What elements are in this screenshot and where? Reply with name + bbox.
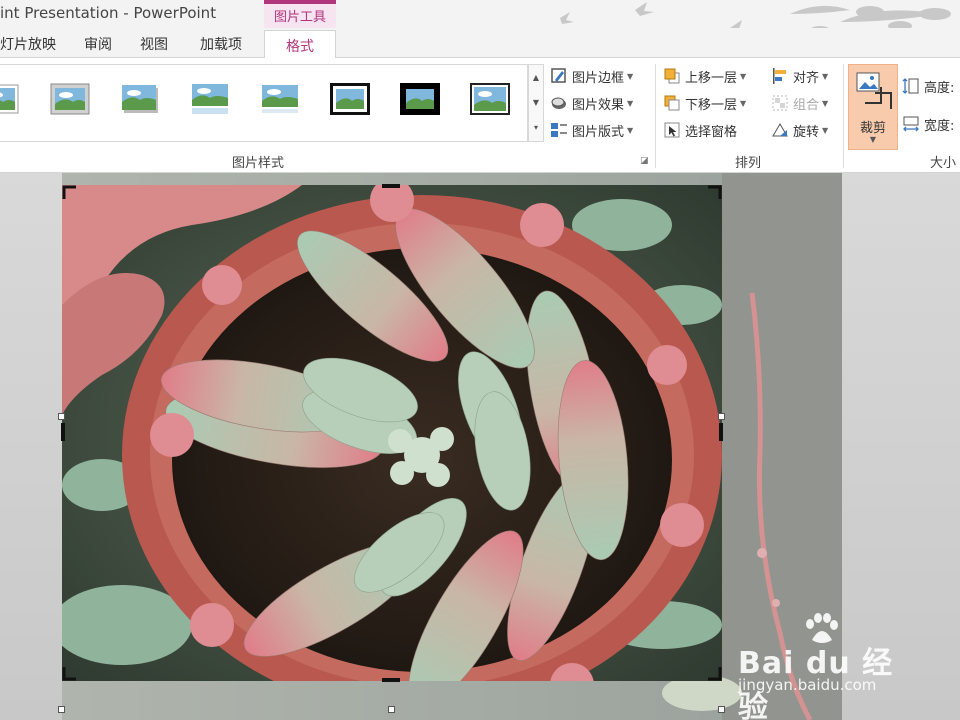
picture-tools-label: 图片工具 <box>273 10 326 25</box>
align-label: 对齐 <box>793 70 820 86</box>
chevron-down-icon: ▼ <box>869 135 877 144</box>
align-icon <box>773 68 786 84</box>
width-field[interactable]: 宽度: <box>902 112 954 136</box>
crop-handle-left[interactable] <box>61 423 65 441</box>
chevron-down-icon: ▼ <box>740 98 747 108</box>
height-field[interactable]: 高度: <box>902 74 954 98</box>
picture-border-button[interactable]: 图片边框 ▼ <box>550 64 633 88</box>
resize-handle-left[interactable] <box>58 413 65 420</box>
crop-handle-bottom-right[interactable] <box>706 665 722 681</box>
tab-format[interactable]: 格式 <box>264 30 336 59</box>
style-reflected-soft[interactable] <box>260 83 300 115</box>
bring-forward-label: 上移一层 <box>685 70 738 86</box>
width-label: 宽度: <box>924 118 955 134</box>
send-backward-button[interactable]: 下移一层 ▼ <box>663 91 746 115</box>
bring-forward-icon <box>664 68 680 84</box>
selection-pane-button[interactable]: 选择窗格 <box>663 118 737 142</box>
picture-layout-icon <box>551 123 567 137</box>
picture-styles-group-label: 图片样式 <box>232 156 285 171</box>
group-separator <box>655 64 656 168</box>
style-soft-edge[interactable] <box>50 83 90 115</box>
chevron-down-icon: ▼ <box>822 71 829 81</box>
bring-forward-button[interactable]: 上移一层 ▼ <box>663 64 746 88</box>
group-button[interactable]: 组合 ▼ <box>771 91 828 115</box>
gallery-scrollbar: ▲ ▼ ▾ <box>528 64 544 142</box>
succulent-photo[interactable] <box>62 185 722 681</box>
rotate-button[interactable]: 旋转 ▼ <box>771 118 828 142</box>
selection-pane-icon <box>664 122 680 138</box>
send-backward-label: 下移一层 <box>685 97 738 113</box>
rotate-label: 旋转 <box>793 124 820 140</box>
picture-effects-icon <box>551 97 566 109</box>
crop-handle-right[interactable] <box>719 423 723 441</box>
baidu-jingyan-watermark: Bai du 经验 jingyan.baidu.com <box>738 612 918 720</box>
crop-handle-top-left[interactable] <box>62 185 78 201</box>
style-black-frame[interactable] <box>400 83 440 115</box>
chevron-down-icon: ▼ <box>627 71 634 81</box>
chevron-down-icon: ▼ <box>740 71 747 81</box>
resize-handle-right[interactable] <box>718 413 725 420</box>
tab-view[interactable]: 视图 <box>140 34 168 54</box>
style-simple-frame[interactable] <box>0 83 20 115</box>
resize-handle-bottom-left[interactable] <box>58 706 65 713</box>
chevron-down-icon: ▼ <box>627 125 634 135</box>
picture-layout-button[interactable]: 图片版式 ▼ <box>550 118 633 142</box>
group-icon <box>772 95 788 111</box>
picture-effects-label: 图片效果 <box>572 97 625 113</box>
selection-pane-label: 选择窗格 <box>685 124 738 140</box>
resize-handle-bottom-right[interactable] <box>718 706 725 713</box>
group-separator <box>843 64 844 168</box>
picture-border-icon <box>551 68 566 83</box>
style-thick-frame[interactable] <box>330 83 370 115</box>
crop-handle-top-right[interactable] <box>706 185 722 201</box>
dialog-launcher-icon[interactable]: ◪ <box>640 156 649 166</box>
tab-review[interactable]: 审阅 <box>84 34 112 54</box>
picture-layout-label: 图片版式 <box>572 124 625 140</box>
gallery-more-icon[interactable]: ▾ <box>529 115 543 140</box>
ribbon: ▲ ▼ ▾ 图片边框 ▼ 图片效果 ▼ 图片版式 ▼ 图片样式 ◪ 上移一层 ▼ 下移一… <box>0 58 960 173</box>
tab-slideshow[interactable]: 灯片放映 <box>0 34 56 54</box>
crop-label: 裁剪 <box>859 121 886 136</box>
picture-styles-gallery <box>0 64 528 142</box>
height-label: 高度: <box>924 80 955 96</box>
crop-button[interactable]: 裁剪 ▼ <box>848 64 898 150</box>
window-title: int Presentation - PowerPoint <box>0 4 217 22</box>
group-label: 组合 <box>793 97 820 113</box>
crop-handle-bottom[interactable] <box>382 678 400 682</box>
picture-tools-context-tab: 图片工具 <box>264 0 336 28</box>
crop-icon <box>856 72 892 109</box>
width-icon <box>903 116 919 132</box>
resize-handle-bottom[interactable] <box>388 706 395 713</box>
rotate-icon <box>772 123 788 137</box>
arrange-group-label: 排列 <box>735 156 762 171</box>
crop-handle-top[interactable] <box>382 184 400 188</box>
send-backward-icon <box>664 95 680 111</box>
tab-addins[interactable]: 加载项 <box>200 34 242 54</box>
watermark-url: jingyan.baidu.com <box>738 676 877 694</box>
style-drop-shadow[interactable] <box>120 83 160 115</box>
style-thin-frame[interactable] <box>470 83 510 115</box>
picture-border-label: 图片边框 <box>572 70 625 86</box>
gallery-scroll-up-icon[interactable]: ▲ <box>529 65 543 90</box>
crop-handle-bottom-left[interactable] <box>62 665 78 681</box>
height-icon <box>902 78 919 94</box>
picture-effects-button[interactable]: 图片效果 ▼ <box>550 91 633 115</box>
chevron-down-icon: ▼ <box>627 98 634 108</box>
chevron-down-icon: ▼ <box>822 98 829 108</box>
gallery-scroll-down-icon[interactable]: ▼ <box>529 90 543 115</box>
chevron-down-icon: ▼ <box>822 125 829 135</box>
ribbon-tabs: 灯片放映 审阅 视图 加载项 <box>0 28 960 58</box>
size-group-label: 大小 <box>930 156 957 171</box>
align-button[interactable]: 对齐 ▼ <box>771 64 828 88</box>
style-reflected[interactable] <box>190 83 230 115</box>
